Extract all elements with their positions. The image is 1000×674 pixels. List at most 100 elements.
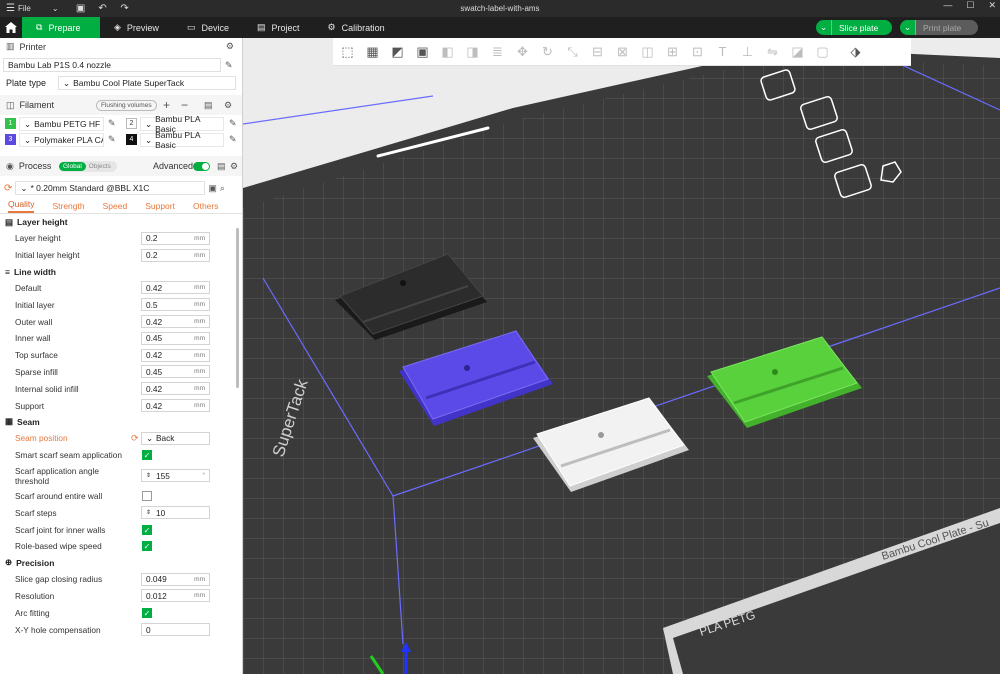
measure-icon[interactable]: ⊥ [737, 41, 758, 62]
gear-icon[interactable]: ⚙ [226, 41, 234, 52]
setting-input[interactable]: 0.45 mm [141, 331, 210, 345]
filament-swatch-2[interactable]: 2 [126, 118, 137, 129]
edit-icon[interactable]: ✎ [225, 60, 233, 71]
close-icon[interactable]: ✕ [988, 0, 996, 11]
smart-scarf-checkbox[interactable]: ✓ [142, 450, 152, 461]
setting-input[interactable]: 0.012 mm [141, 589, 210, 603]
reset-icon[interactable]: ⟳ [131, 433, 139, 444]
arc-fitting-checkbox[interactable]: ✓ [142, 607, 152, 618]
scale-icon[interactable]: ⤡ [562, 41, 583, 62]
color-paint-icon[interactable]: ◪ [787, 41, 808, 62]
chevron-down-icon[interactable]: ⌄ [816, 20, 832, 35]
filament-select-1[interactable]: ⌄ Bambu PETG HF [19, 117, 104, 131]
setting-input[interactable]: 0.5 mm [141, 298, 210, 312]
role-wipe-checkbox[interactable]: ✓ [142, 541, 152, 552]
scarf-steps-stepper[interactable]: ⇕ 10 [141, 506, 210, 520]
plus-icon[interactable]: + [163, 98, 170, 112]
global-objects-toggle[interactable]: Global Objects [59, 160, 117, 172]
cut-icon[interactable]: ⊠ [612, 41, 633, 62]
build-plate-scene[interactable]: SuperTack Bambu Cool Plate - Su PLA PETG [243, 38, 1000, 674]
save-icon[interactable]: ▣ [208, 183, 217, 194]
add-plate-icon[interactable]: ▦ [362, 41, 383, 62]
tab-speed[interactable]: Speed [103, 201, 128, 213]
edit-icon[interactable]: ✎ [229, 134, 237, 145]
variable-layer-icon[interactable]: ≣ [487, 41, 508, 62]
support-paint-icon[interactable]: ⊞ [662, 41, 683, 62]
tab-others[interactable]: Others [193, 201, 219, 213]
edit-icon[interactable]: ✎ [108, 134, 116, 145]
seam-paint-icon[interactable]: ⊡ [687, 41, 708, 62]
tab-project[interactable]: ▤ Project [243, 17, 314, 38]
file-menu[interactable]: ☰ File ⌄ [6, 3, 59, 14]
global-toggle-option[interactable]: Global [59, 161, 86, 171]
filament-select-3[interactable]: ⌄Polymaker PLA CA... [19, 133, 104, 147]
view-settings-icon[interactable]: ⬗ [845, 41, 866, 62]
tab-quality[interactable]: Quality [8, 199, 35, 213]
process-preset-select[interactable]: ⌄ * 0.20mm Standard @BBL X1C [15, 181, 206, 195]
setting-input[interactable]: 0 [141, 623, 210, 637]
settings-icon[interactable]: ⚙ [230, 161, 238, 172]
move-icon[interactable]: ✥ [512, 41, 533, 62]
minimize-icon[interactable]: — [943, 0, 952, 11]
setting-input[interactable]: 0.42 mm [141, 281, 210, 295]
tab-device[interactable]: ▭ Device [173, 17, 243, 38]
text-icon[interactable]: T [712, 41, 733, 62]
auto-orient-icon[interactable]: ◩ [387, 41, 408, 62]
tab-prepare[interactable]: ⧉ Prepare [22, 17, 100, 38]
printer-select[interactable]: Bambu Lab P1S 0.4 nozzle [3, 58, 221, 72]
arrange-icon[interactable]: ▣ [412, 41, 433, 62]
edit-icon[interactable]: ✎ [229, 118, 237, 129]
filament-swatch-4[interactable]: 4 [126, 134, 137, 145]
setting-input[interactable]: 0.42 mm [141, 399, 210, 413]
flushing-volumes-button[interactable]: Flushing volumes [96, 99, 157, 111]
rotate-icon[interactable]: ↻ [537, 41, 558, 62]
3d-viewport[interactable]: SuperTack Bambu Cool Plate - Su PLA PETG [243, 38, 1000, 674]
setting-input[interactable]: 0.45 mm [141, 365, 210, 379]
seam-position-select[interactable]: ⌄ Back [141, 431, 210, 445]
gear-icon[interactable]: ⚙ [224, 100, 232, 111]
edit-icon[interactable]: ✎ [108, 118, 116, 129]
print-plate-button[interactable]: ⌄ Print plate [900, 20, 978, 35]
filament-swatch-1[interactable]: 1 [5, 118, 16, 129]
reset-icon[interactable]: ⟳ [4, 183, 12, 194]
setting-input[interactable]: 0.42 mm [141, 315, 210, 329]
setting-input[interactable]: 0.049 mm [141, 572, 210, 586]
scarf-entire-wall-checkbox[interactable] [142, 490, 152, 501]
setting-input[interactable]: 0.42 mm [141, 382, 210, 396]
split-parts-icon[interactable]: ◨ [462, 41, 483, 62]
minus-icon[interactable]: − [181, 98, 188, 112]
filament-select-2[interactable]: ⌄ Bambu PLA Basic [140, 114, 224, 134]
save-icon[interactable]: ▣ [73, 3, 89, 14]
tab-calibration[interactable]: ⚙ Calibration [314, 17, 399, 38]
lay-on-face-icon[interactable]: ⊟ [587, 41, 608, 62]
plate-type-select[interactable]: ⌄ Bambu Cool Plate SuperTack [58, 76, 236, 90]
split-objects-icon[interactable]: ◧ [437, 41, 458, 62]
undo-icon[interactable]: ↶ [95, 3, 111, 14]
tab-strength[interactable]: Strength [52, 201, 84, 213]
advanced-toggle[interactable] [193, 161, 210, 171]
setting-input[interactable]: 0.2 mm [141, 231, 210, 245]
setting-input[interactable]: 0.42 mm [141, 348, 210, 362]
redo-icon[interactable]: ↷ [117, 3, 133, 14]
home-button[interactable] [0, 17, 22, 38]
scarf-inner-walls-checkbox[interactable]: ✓ [142, 524, 152, 535]
maximize-icon[interactable]: ☐ [966, 0, 974, 11]
objects-toggle-option[interactable]: Objects [86, 163, 111, 170]
filament-swatch-3[interactable]: 3 [5, 134, 16, 145]
tab-support[interactable]: Support [145, 201, 175, 213]
stepper-icon[interactable]: ⇕ [146, 472, 151, 479]
stepper-icon[interactable]: ⇕ [146, 509, 151, 516]
add-object-icon[interactable]: ⬚ [337, 41, 358, 62]
mesh-boolean-icon[interactable]: ◫ [637, 41, 658, 62]
compare-icon[interactable]: ▤ [217, 161, 226, 172]
slice-plate-button[interactable]: ⌄ Slice plate [816, 20, 892, 35]
setting-input[interactable]: 0.2 mm [141, 248, 210, 262]
assembly-icon[interactable]: ⇋ [762, 41, 783, 62]
chevron-down-icon[interactable]: ⌄ [900, 20, 916, 35]
filament-select-4[interactable]: ⌄ Bambu PLA Basic [140, 130, 224, 150]
ams-sync-icon[interactable]: ▤ [204, 100, 213, 111]
emboss-icon[interactable]: ▢ [812, 41, 833, 62]
search-icon[interactable]: ⌕ [220, 183, 225, 194]
tab-preview[interactable]: ◈ Preview [100, 17, 173, 38]
scarf-angle-stepper[interactable]: ⇕ 155 ° [141, 469, 210, 483]
